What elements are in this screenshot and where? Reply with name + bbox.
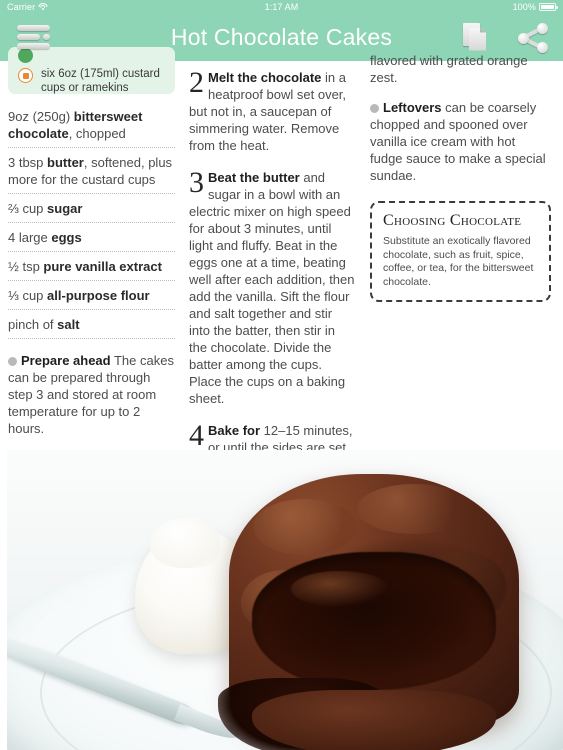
ingredient-name: all-purpose flour <box>47 288 150 303</box>
step-lead: Beat the butter <box>208 170 300 185</box>
ingredient-amount: ½ tsp <box>8 259 44 274</box>
ingredient-amount: pinch of <box>8 317 58 332</box>
step-number: 2 <box>189 66 204 99</box>
equipment-callout: six 6oz (175ml) custard cups or ramekins <box>8 47 175 94</box>
ingredient-amount: 3 tbsp <box>8 155 48 170</box>
step-number: 3 <box>189 166 204 199</box>
orange-square-icon <box>18 68 33 83</box>
clipped-variation-line: flavored with grated orange zest. <box>370 53 528 85</box>
list-item: ½ tsp pure vanilla extract <box>8 258 175 281</box>
ingredient-amount: 4 large <box>8 230 52 245</box>
photo-canvas <box>7 450 563 750</box>
ingredient-amount: ⅔ cup <box>8 201 48 216</box>
list-item: ⅓ cup all-purpose flour <box>8 287 175 310</box>
choosing-chocolate-sidebar: Choosing Chocolate Substitute an exotica… <box>370 201 551 302</box>
list-menu-icon[interactable] <box>14 23 56 53</box>
recipe-photo <box>7 450 563 750</box>
ingredient-name: butter <box>47 155 84 170</box>
list-item: 9oz (250g) bittersweet chocolate, choppe… <box>8 108 175 148</box>
battery-full-icon <box>539 3 558 11</box>
ingredient-name: salt <box>57 317 80 332</box>
list-item: ⅔ cup sugar <box>8 200 175 223</box>
carrier-label: Carrier <box>7 2 36 12</box>
leftovers-note: Leftovers can be coarsely chopped and sp… <box>370 99 551 184</box>
wifi-icon <box>38 3 48 11</box>
status-bar-time: 1:17 AM <box>264 2 299 12</box>
step-lead: Melt the chocolate <box>208 70 322 85</box>
ingredient-note: , chopped <box>68 126 126 141</box>
nav-bar-actions <box>463 22 549 53</box>
prepare-ahead-note: Prepare ahead The cakes can be prepared … <box>8 352 175 437</box>
list-item: 4 large eggs <box>8 229 175 252</box>
ingredient-name: eggs <box>51 230 82 245</box>
status-bar: Carrier 1:17 AM 100% <box>0 0 563 14</box>
gray-bullet-icon <box>370 104 379 113</box>
recipe-content[interactable]: six 6oz (175ml) custard cups or ramekins… <box>0 47 563 750</box>
step-text: and sugar in a bowl with an electric mix… <box>189 170 355 406</box>
leftovers-label: Leftovers <box>383 100 442 115</box>
ingredient-amount: ⅓ cup <box>8 288 48 303</box>
step-number: 4 <box>189 419 204 452</box>
ingredient-amount: 9oz (250g) <box>8 109 74 124</box>
equipment-row: six 6oz (175ml) custard cups or ramekins <box>18 67 165 94</box>
cake-base-shape <box>251 690 497 750</box>
copy-pages-icon[interactable] <box>463 22 489 53</box>
ingredient-list: 9oz (250g) bittersweet chocolate, choppe… <box>8 108 175 339</box>
sidebar-title: Choosing Chocolate <box>383 212 522 229</box>
recipe-step-2: 2 Melt the chocolate in a heatproof bowl … <box>189 66 356 154</box>
molten-center-shape <box>251 552 497 690</box>
share-icon[interactable] <box>517 22 549 53</box>
equipment-label: six 6oz (175ml) custard cups or ramekins <box>41 68 160 94</box>
battery-percent-label: 100% <box>512 2 536 12</box>
status-bar-right: 100% <box>512 2 558 12</box>
ingredient-name: sugar <box>47 201 83 216</box>
prepare-ahead-label: Prepare ahead <box>21 353 111 368</box>
ingredient-name: pure vanilla extract <box>43 259 162 274</box>
list-item: pinch of salt <box>8 316 175 339</box>
list-item: 3 tbsp butter, softened, plus more for t… <box>8 154 175 194</box>
recipe-step-3: 3 Beat the butter and sugar in a bowl wit… <box>189 166 356 407</box>
status-bar-left: Carrier <box>7 2 48 12</box>
gray-bullet-icon <box>8 357 17 366</box>
sidebar-body: Substitute an exotically flavored chocol… <box>383 235 534 288</box>
step-lead: Bake for <box>208 423 261 438</box>
